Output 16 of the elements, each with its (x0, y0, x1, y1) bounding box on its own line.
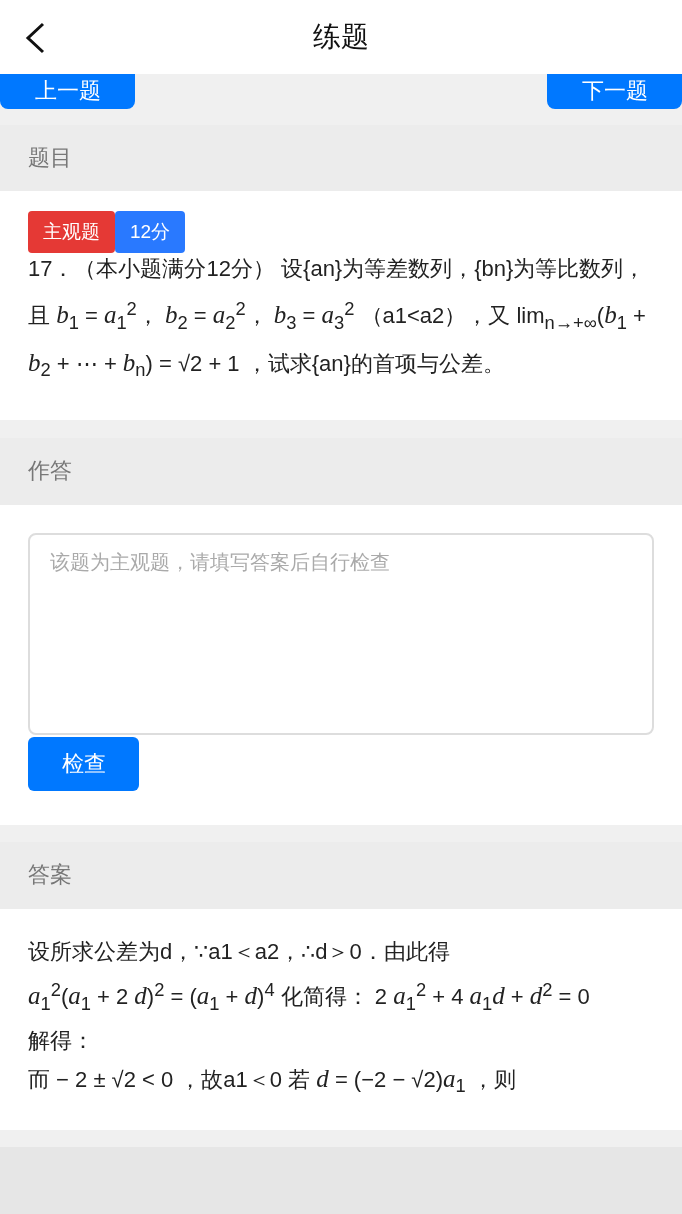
solution-text: 而 − 2 ± √2 < 0 ，故a1＜0 若 d = (−2 − √2)a$_{1}$ ，则 (28, 1064, 517, 1099)
question-text: 17．（本小题满分12分） 设{an}为等差数列，{bn}为等比数列，且 b$_{1}$ = a$_{1}$$^{2}$， b$_{2}$ = a$_{2}$$^{2}$， b$_{3}$ = a$_{3}$$^{2}$ （a1<a2），又 lim$_{n→+∞}$(b$_{1}$ + b$_{2}$ + ⋯ + b$_{n}$) = √2 + 1 ，试求{an}的首项与公差。 (28, 255, 647, 383)
page-title: 练题 (313, 20, 369, 54)
previous-button[interactable]: 上一题 (0, 73, 135, 109)
check-button[interactable]: 检查 (28, 736, 139, 791)
section-title: 答案 (28, 861, 72, 890)
next-button[interactable]: 下一题 (547, 73, 682, 109)
answer-field[interactable]: 该题为主观题，请填写答案后自行检查 (28, 532, 654, 735)
back-icon[interactable] (24, 22, 46, 54)
solution-text: 设所求公差为d，∵a1＜a2，∴d＞0．由此得 (28, 937, 451, 966)
question-tag: 12分 (115, 211, 186, 254)
section-title: 题目 (28, 144, 72, 173)
solution-text: 解得： (28, 1027, 95, 1056)
section-title: 作答 (28, 457, 72, 486)
question-tag: 主观题 (28, 211, 115, 254)
solution-text: a$_{1}$$^{2}$(a$_{1}$ + 2 d)$^{2}$ = (a$_{1}$ + d)$^{4}$ 化简得： 2 a$_{1}$$^{2}$ + 4 a$_{1}$d + d$^{2}$ = 0 (28, 977, 591, 1016)
